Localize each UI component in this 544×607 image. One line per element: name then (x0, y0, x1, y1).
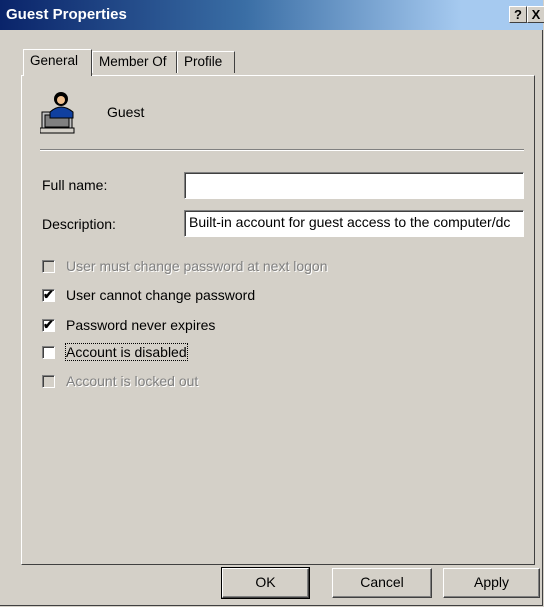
checkbox-label: User must change password at next logon (66, 258, 328, 274)
apply-button[interactable]: Apply (443, 568, 540, 598)
tab-member-of[interactable]: Member Of (92, 51, 177, 73)
checkbox-label: Account is locked out (66, 373, 199, 389)
description-label: Description: (42, 216, 116, 232)
description-field[interactable]: Built-in account for guest access to the… (184, 210, 524, 237)
checkbox-label: User cannot change password (66, 287, 256, 303)
full-name-label: Full name: (42, 177, 108, 193)
checkbox-box[interactable] (42, 260, 55, 273)
separator (40, 149, 524, 151)
check-mark-icon: ✔ (43, 287, 54, 302)
ok-button[interactable]: OK (221, 567, 310, 599)
checkbox-label: Password never expires (66, 317, 216, 333)
full-name-field[interactable] (184, 172, 524, 199)
tab-profile[interactable]: Profile (177, 51, 235, 73)
help-button[interactable]: ? (509, 6, 527, 23)
cancel-button[interactable]: Cancel (332, 568, 432, 598)
checkbox-label: Account is disabled (65, 343, 188, 361)
title-bar[interactable]: Guest Properties ? X (0, 0, 544, 30)
checkbox-box[interactable] (42, 346, 55, 359)
close-button[interactable]: X (527, 6, 544, 23)
checkbox-box[interactable] (42, 375, 55, 388)
checkbox-box[interactable]: ✔ (42, 317, 55, 332)
check-mark-icon: ✔ (43, 317, 54, 332)
tab-general[interactable]: General (23, 49, 92, 76)
guest-properties-dialog: Guest Properties ? X General Member Of P… (0, 0, 544, 606)
window-title: Guest Properties (6, 6, 127, 23)
user-computer-icon (40, 92, 75, 134)
checkbox-box[interactable]: ✔ (42, 287, 55, 302)
user-name: Guest (107, 104, 145, 120)
